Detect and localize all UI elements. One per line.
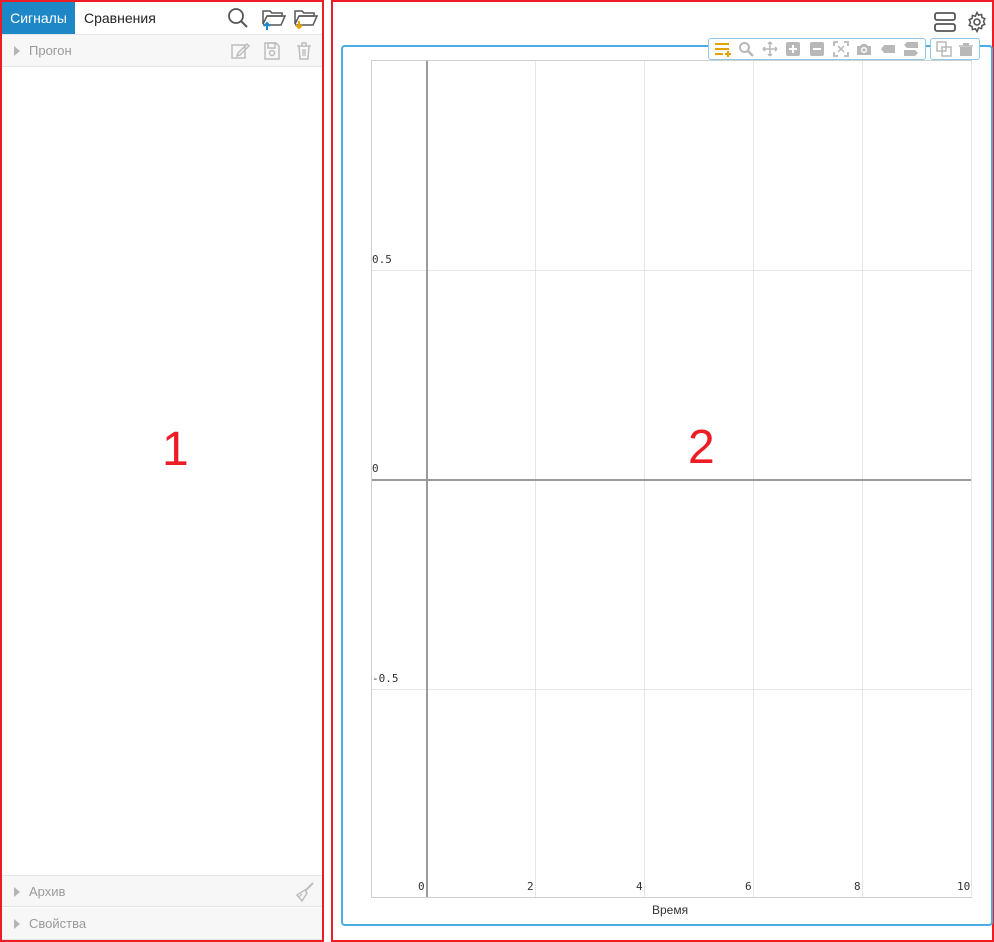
- edit-icon[interactable]: [228, 40, 252, 62]
- legend-icon[interactable]: [711, 39, 735, 59]
- x-tick-label: 6: [745, 880, 752, 893]
- run-section-label: Прогон: [29, 43, 72, 58]
- tab-comparisons[interactable]: Сравнения: [84, 2, 156, 34]
- y-gridline: [372, 688, 971, 690]
- run-section-header[interactable]: Прогон: [2, 35, 322, 67]
- x-tick-label: 2: [527, 880, 534, 893]
- region-number-2: 2: [688, 421, 715, 474]
- tab-signals[interactable]: Сигналы: [2, 2, 75, 34]
- search-icon[interactable]: [226, 7, 250, 29]
- signals-panel: Сигналы Сравнения Прогон 1 Архив Свойств…: [0, 0, 324, 942]
- zoom-out-icon[interactable]: [805, 39, 829, 59]
- pan-icon[interactable]: [758, 39, 782, 59]
- x-gridline: [971, 61, 972, 897]
- plot-area[interactable]: [371, 60, 972, 898]
- x-tick-label: 0: [418, 880, 425, 893]
- camera-icon[interactable]: [852, 39, 876, 59]
- label-icon[interactable]: [876, 39, 900, 59]
- delete-icon[interactable]: [955, 39, 977, 59]
- region-number-1: 1: [162, 423, 189, 476]
- open-folder-download-icon[interactable]: [292, 6, 320, 30]
- x-tick-label: 8: [854, 880, 861, 893]
- open-folder-upload-icon[interactable]: [260, 6, 288, 30]
- archive-section-label: Архив: [29, 884, 66, 899]
- y-tick-label: 0: [372, 462, 379, 475]
- caret-right-icon: [14, 46, 20, 56]
- layout-rows-icon[interactable]: [932, 10, 958, 34]
- trash-icon[interactable]: [292, 40, 316, 62]
- y-tick-label: 0.5: [372, 252, 392, 266]
- autoscale-icon[interactable]: [829, 39, 853, 59]
- copy-icon[interactable]: [933, 39, 955, 59]
- tabs-row: Сигналы Сравнения: [2, 2, 322, 35]
- x-tick-label: 10: [957, 880, 971, 893]
- zoom-icon[interactable]: [735, 39, 759, 59]
- properties-section-header[interactable]: Свойства: [2, 908, 322, 940]
- properties-section-label: Свойства: [29, 916, 87, 931]
- toggle-icon[interactable]: [900, 39, 924, 59]
- save-icon[interactable]: [260, 40, 284, 62]
- y-tick-label: -0.5: [372, 671, 399, 685]
- caret-right-icon: [14, 887, 20, 897]
- caret-right-icon: [14, 919, 20, 929]
- zoom-in-icon[interactable]: [782, 39, 806, 59]
- archive-section-header[interactable]: Архив: [2, 875, 322, 907]
- chart-toolbar: [708, 38, 926, 60]
- zero-line: [372, 479, 971, 481]
- y-axis-line: [426, 61, 428, 897]
- gear-icon[interactable]: [964, 9, 990, 35]
- x-tick-label: 4: [636, 880, 643, 893]
- chart-toolbar-secondary: [930, 38, 980, 60]
- broom-icon[interactable]: [292, 881, 316, 903]
- x-axis-label: Время: [652, 903, 689, 917]
- y-gridline: [372, 269, 971, 271]
